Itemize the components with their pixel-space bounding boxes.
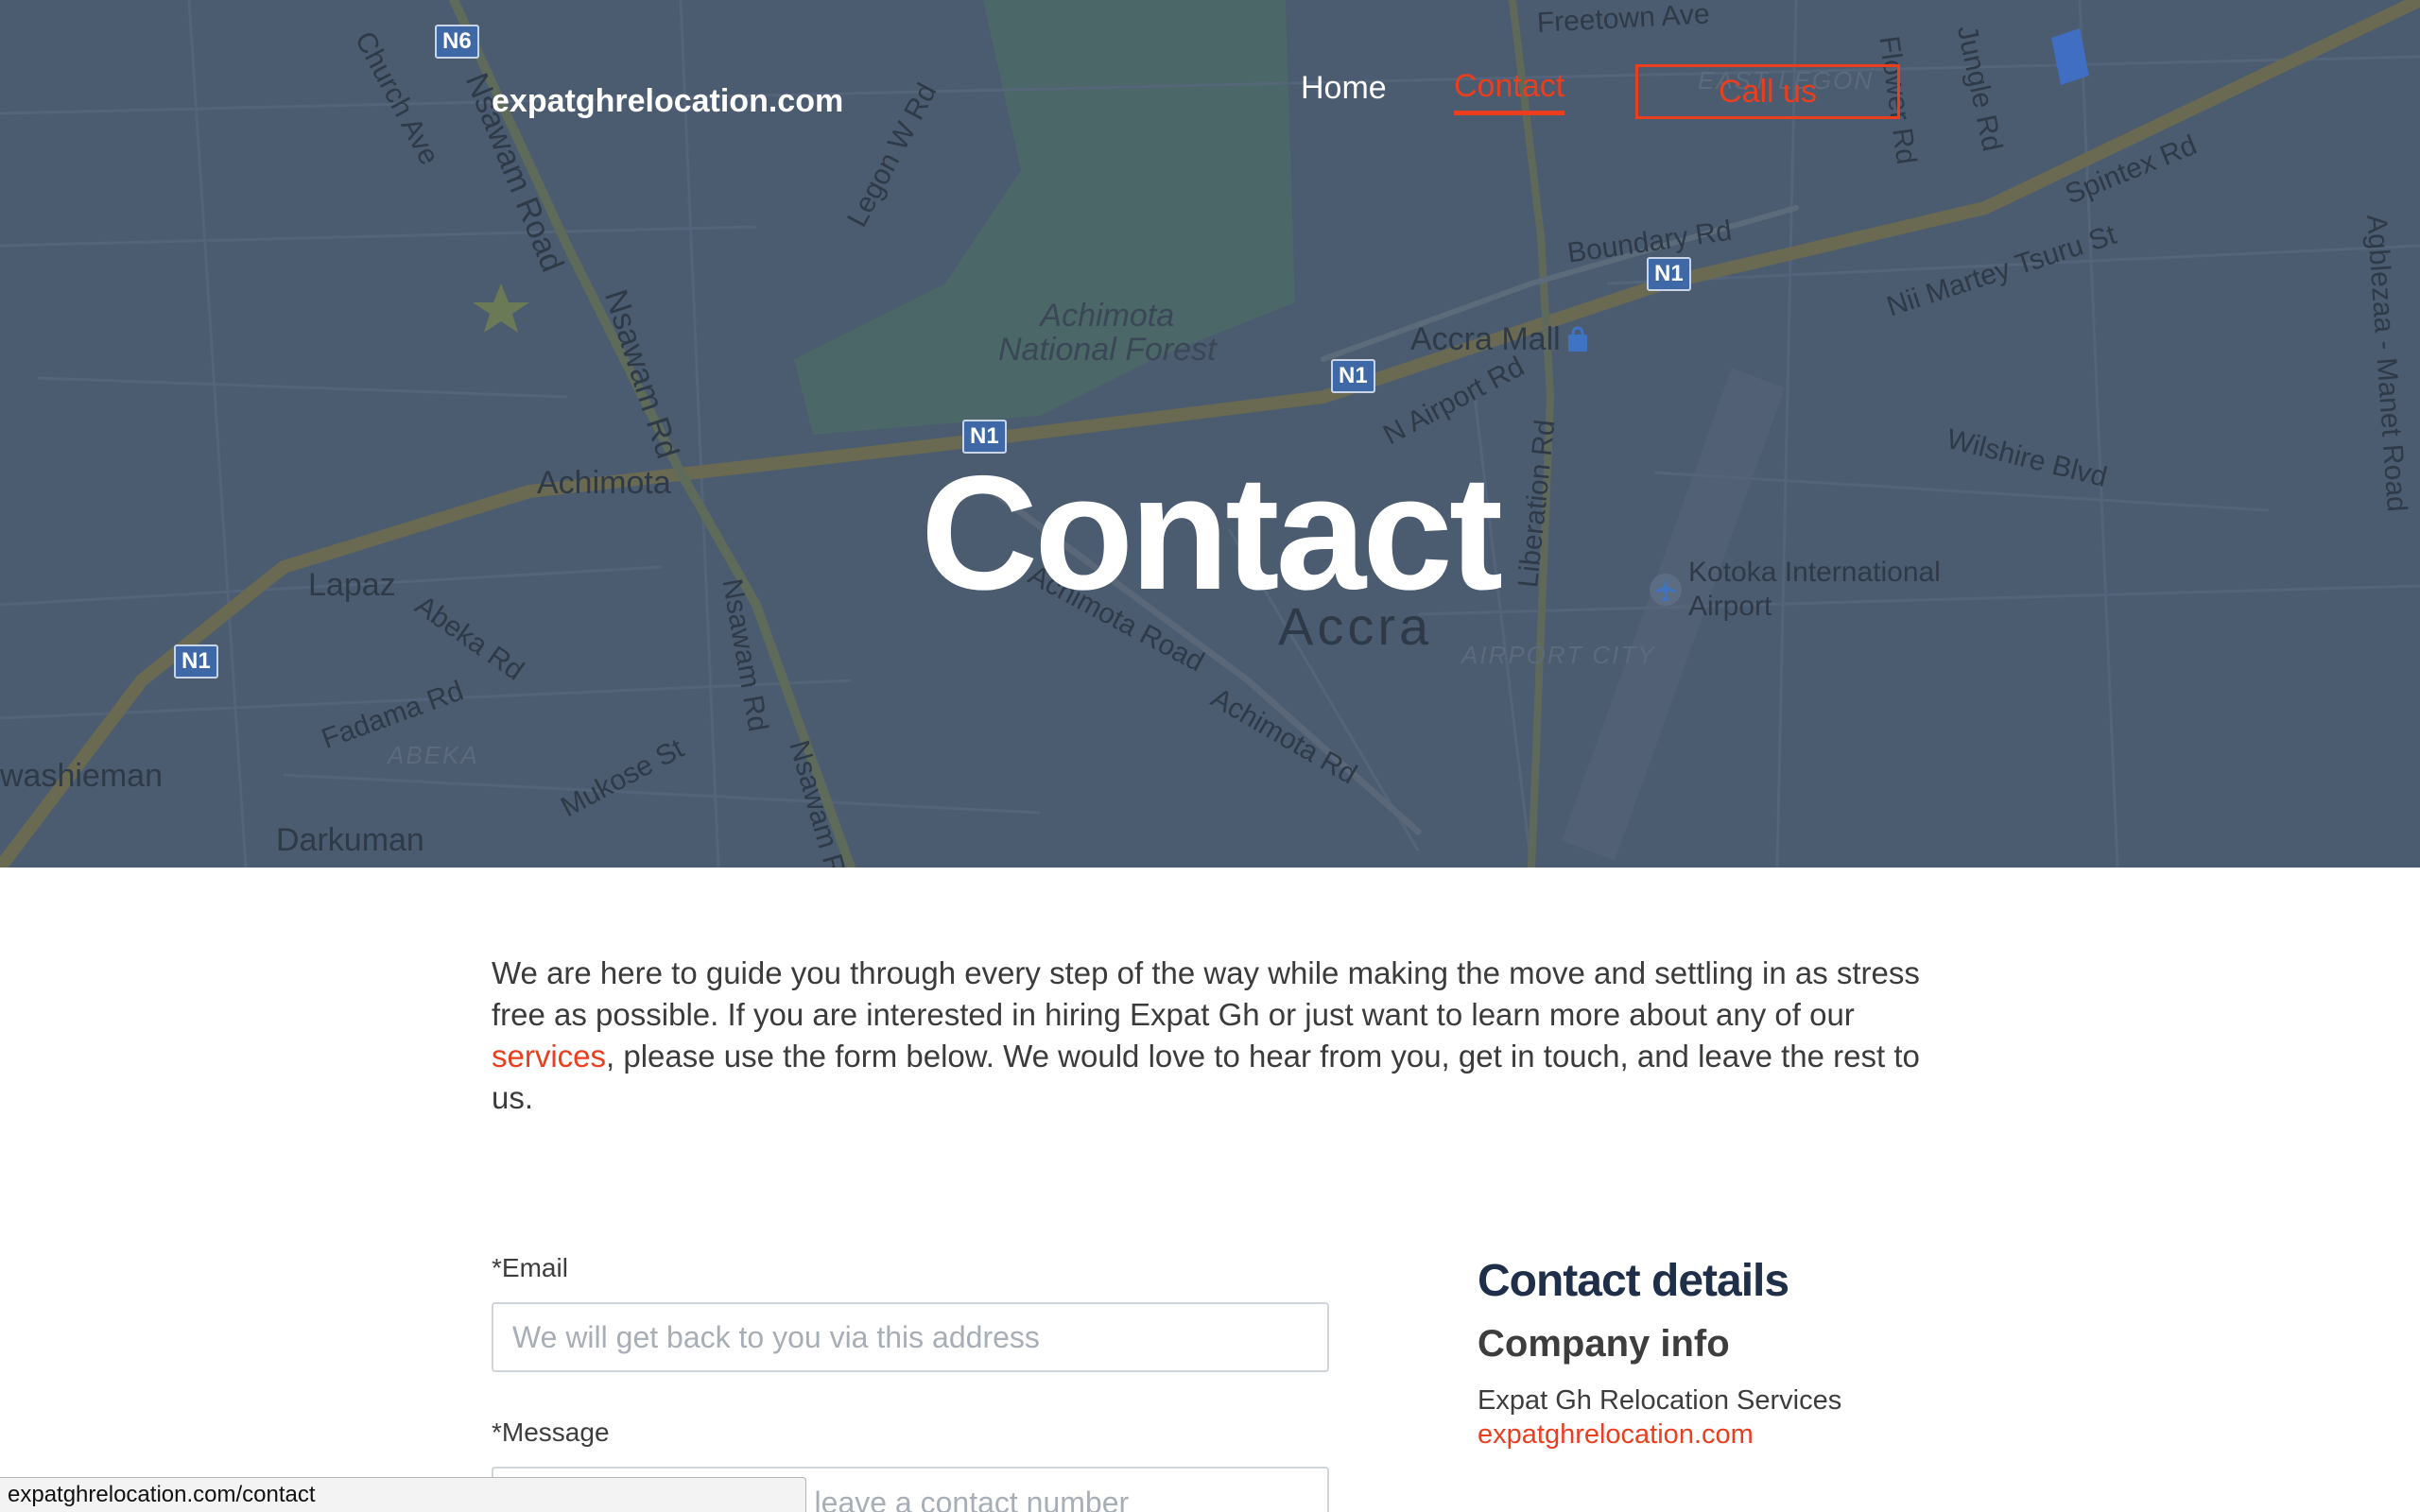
browser-status-bar: expatghrelocation.com/contact [0, 1477, 806, 1512]
road-shield: N1 [174, 644, 218, 679]
nav-contact-link[interactable]: Contact [1454, 68, 1565, 115]
map-label: AIRPORT CITY [1461, 641, 1656, 669]
map-label: Achimota National Forest [998, 298, 1217, 368]
message-label: *Message [492, 1418, 610, 1447]
page-title: Contact [920, 442, 1503, 624]
call-us-button[interactable]: Call us [1635, 64, 1900, 119]
intro-text-end: , please use the form below. We would lo… [492, 1039, 1920, 1115]
email-field[interactable] [492, 1302, 1329, 1372]
map-label: ABEKA [388, 741, 479, 769]
nav-home-link[interactable]: Home [1301, 70, 1387, 107]
company-info-heading: Company info [1478, 1323, 1730, 1365]
hero-section: Freetown Ave Church Ave Nsawam Road Nsaw… [0, 0, 2420, 868]
company-name: Expat Gh Relocation Services [1478, 1385, 1842, 1416]
map-label: washieman [0, 758, 163, 794]
services-link[interactable]: services [492, 1039, 606, 1074]
company-website-link[interactable]: expatghrelocation.com [1478, 1419, 1754, 1451]
map-label: Accra Mall [1410, 321, 1561, 357]
road-shield: N1 [1647, 257, 1691, 291]
map-label: Darkuman [276, 822, 424, 858]
site-brand[interactable]: expatghrelocation.com [492, 83, 843, 120]
road-shield: N6 [435, 25, 479, 59]
intro-text: We are here to guide you through every s… [492, 955, 1920, 1032]
email-label: *Email [492, 1253, 568, 1282]
road-shield: N1 [1331, 359, 1375, 393]
intro-paragraph: We are here to guide you through every s… [492, 953, 1938, 1119]
shopping-icon [1568, 326, 1587, 352]
contact-details-heading: Contact details [1478, 1256, 1789, 1306]
